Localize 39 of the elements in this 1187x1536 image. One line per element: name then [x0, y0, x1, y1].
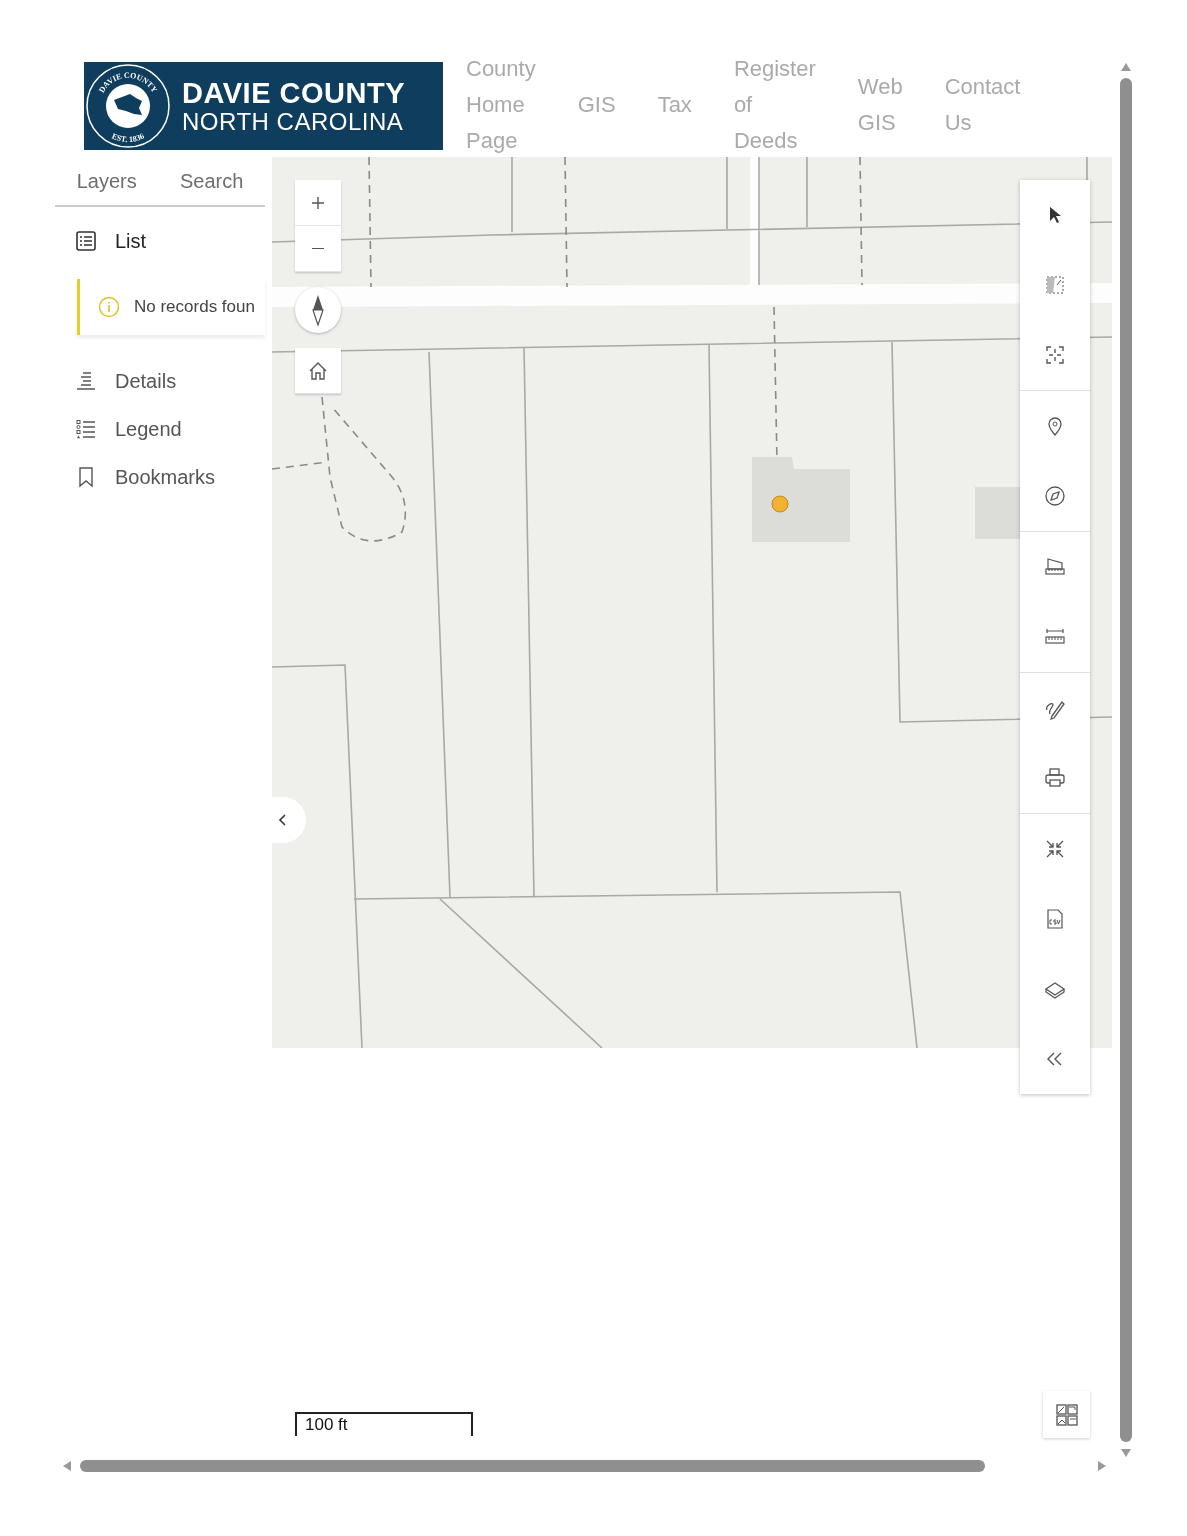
selection-icon [1043, 273, 1067, 297]
pin-button[interactable] [1020, 391, 1090, 461]
scroll-down-arrow-icon[interactable] [1120, 1448, 1132, 1458]
basemap-gallery-button[interactable] [1043, 1391, 1090, 1438]
shrink-button[interactable] [1020, 814, 1090, 884]
home-button[interactable] [295, 348, 341, 394]
horizontal-scrollbar[interactable] [80, 1460, 985, 1472]
scale-bar: 100 ft [295, 1412, 473, 1436]
vertical-scrollbar[interactable] [1120, 78, 1132, 1442]
chevron-left-icon [278, 812, 288, 828]
measure-distance-button[interactable] [1020, 602, 1090, 672]
panel-section[interactable]: List [55, 217, 265, 265]
list-icon [75, 230, 97, 252]
logo-subtitle: NORTH CAROLINA [182, 109, 405, 134]
zoom-in-button[interactable] [295, 180, 341, 226]
measure-area-button[interactable] [1020, 532, 1090, 602]
basemap-grid-icon [1054, 1402, 1079, 1427]
compass-icon [1043, 484, 1067, 508]
legend-icon [75, 418, 97, 440]
draw-button[interactable] [1020, 673, 1090, 743]
notice-text: No records foun [134, 297, 255, 317]
minus-icon [312, 247, 324, 250]
panel-tab[interactable]: Layers [68, 157, 145, 205]
plus-icon [310, 194, 326, 211]
panel-tab[interactable]: Search [171, 157, 252, 205]
info-icon [98, 296, 120, 318]
details-icon [75, 370, 97, 392]
logo-title: DAVIE COUNTY [182, 78, 405, 108]
scroll-right-arrow-icon[interactable] [1097, 1460, 1107, 1472]
panel-section[interactable]: Legend [55, 405, 265, 453]
printer-icon [1043, 766, 1067, 790]
seal-text: EST. 1836 [110, 131, 146, 145]
panel-section[interactable]: Bookmarks [55, 453, 265, 501]
panel-section[interactable]: Details [55, 357, 265, 405]
frame-icon [1043, 343, 1067, 367]
print-button[interactable] [1020, 743, 1090, 813]
scroll-left-arrow-icon[interactable] [62, 1460, 72, 1472]
scroll-up-arrow-icon[interactable] [1120, 62, 1132, 72]
compass-needle-icon [311, 294, 325, 326]
